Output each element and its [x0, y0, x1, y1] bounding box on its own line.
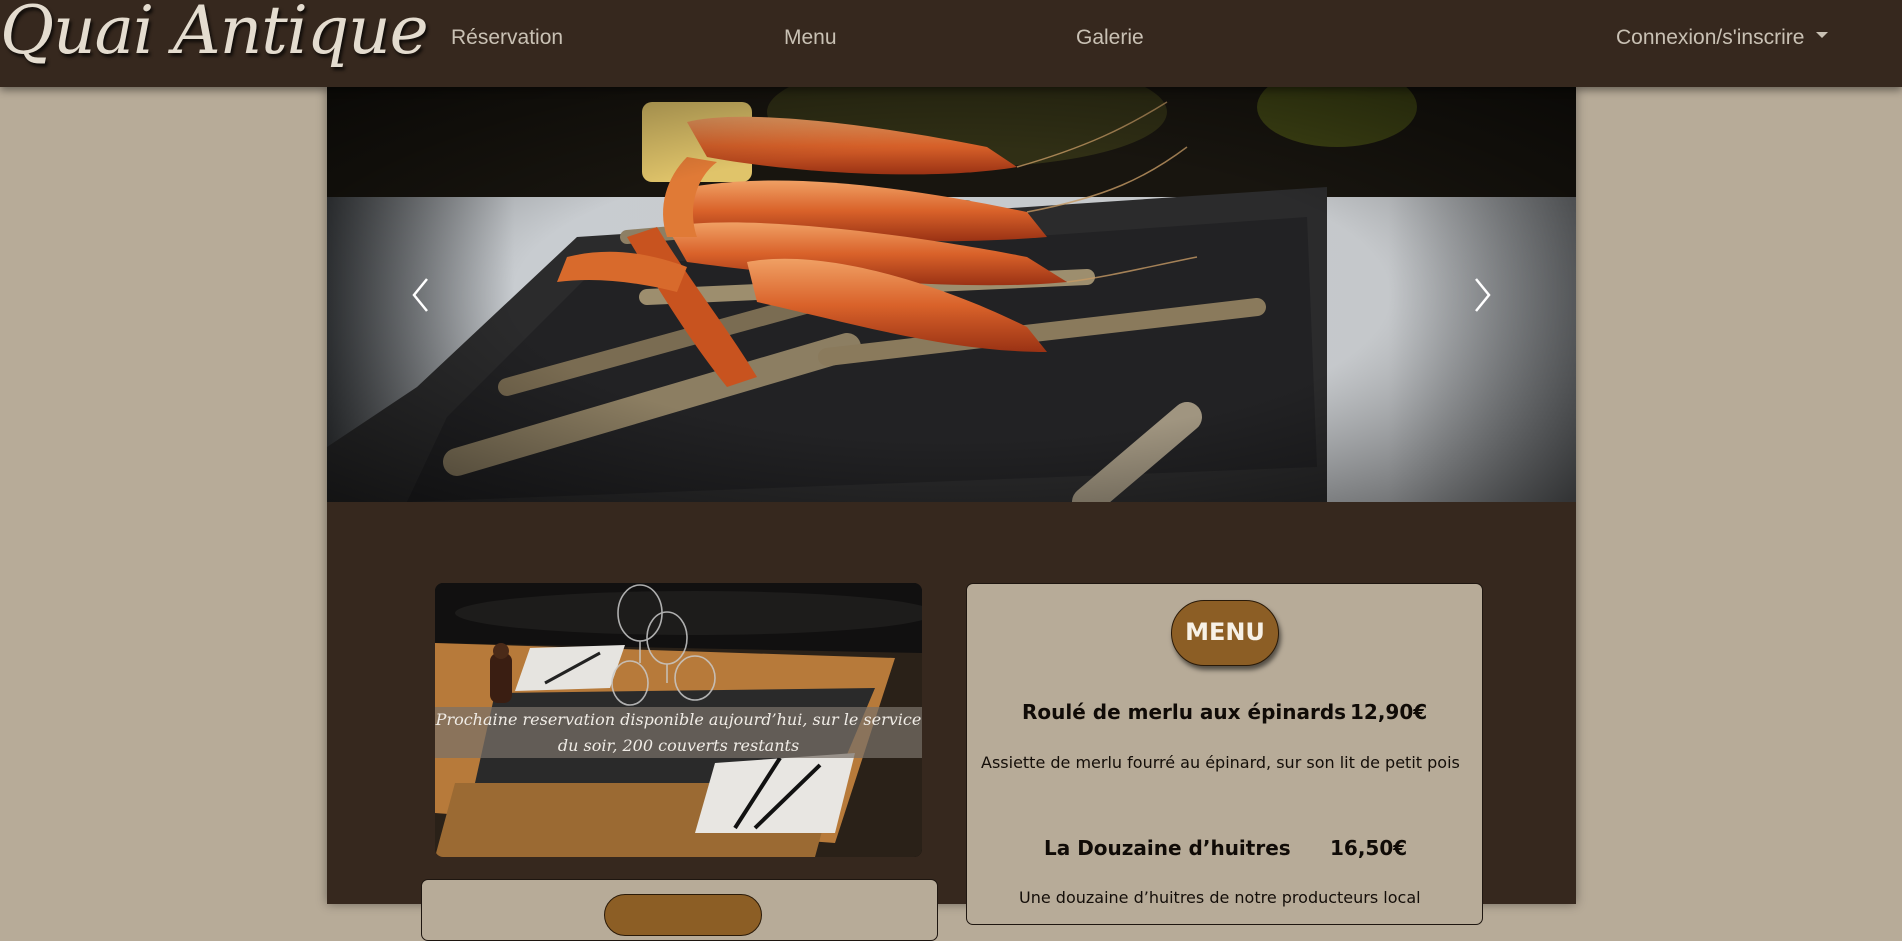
- dish-description: Une douzaine d’huitres de notre producte…: [1019, 888, 1421, 907]
- secondary-card: [421, 879, 938, 941]
- chevron-right-icon: [1475, 278, 1491, 312]
- account-dropdown[interactable]: Connexion/s'inscrire: [1616, 26, 1829, 50]
- dish-price: 16,50€: [1330, 836, 1408, 860]
- nav-link-galerie[interactable]: Galerie: [1076, 26, 1144, 50]
- brand-logo[interactable]: Quai Antique: [0, 0, 429, 87]
- account-dropdown-label: Connexion/s'inscrire: [1616, 26, 1805, 49]
- chevron-left-icon: [412, 278, 428, 312]
- reservation-card: Prochaine reservation disponible aujourd…: [435, 583, 922, 857]
- menu-button[interactable]: MENU: [1171, 600, 1279, 666]
- secondary-card-button[interactable]: [604, 894, 762, 936]
- main-panel: Prochaine reservation disponible aujourd…: [327, 87, 1576, 941]
- carousel-prev-button[interactable]: [327, 87, 507, 502]
- nav-link-menu[interactable]: Menu: [784, 26, 837, 50]
- carousel-next-button[interactable]: [1396, 87, 1576, 502]
- hero-image-shrimp-dish: [327, 87, 1576, 502]
- dish-name: Roulé de merlu aux épinards: [1022, 700, 1347, 724]
- navbar: Quai Antique Réservation Menu Galerie Co…: [0, 0, 1902, 87]
- hero-carousel: [327, 87, 1576, 502]
- dish-name: La Douzaine d’huitres: [1044, 836, 1291, 860]
- nav-link-reservation[interactable]: Réservation: [451, 26, 563, 50]
- caret-down-icon: [1816, 32, 1829, 39]
- reservation-availability-caption: Prochaine reservation disponible aujourd…: [435, 707, 922, 758]
- dish-description: Assiette de merlu fourré au épinard, sur…: [981, 753, 1460, 772]
- dish-price: 12,90€: [1350, 700, 1428, 724]
- menu-card: MENU Roulé de merlu aux épinards 12,90€ …: [966, 583, 1483, 925]
